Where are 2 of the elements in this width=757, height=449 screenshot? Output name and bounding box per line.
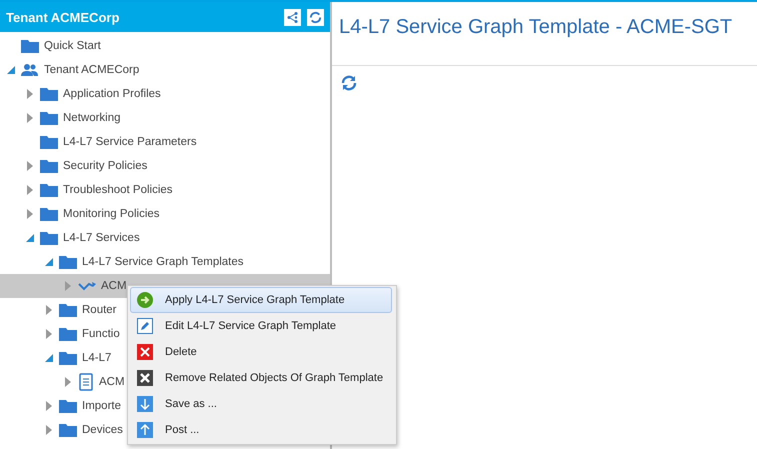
sidebar-title: Tenant ACMECorp [6,10,120,24]
page-title: L4-L7 Service Graph Template - ACME-SGT [332,2,757,66]
